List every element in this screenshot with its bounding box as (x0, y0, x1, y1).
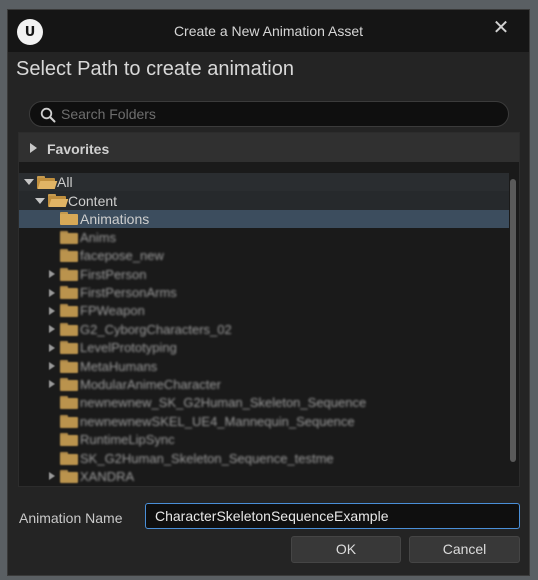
cancel-button[interactable]: Cancel (409, 536, 520, 563)
folder-icon (60, 341, 78, 355)
chevron-right-icon[interactable] (47, 288, 57, 298)
tree-row-label: MetaHumans (80, 358, 158, 374)
chevron-down-icon[interactable] (24, 177, 34, 187)
chevron-right-icon[interactable] (30, 143, 37, 153)
folder-icon (60, 433, 78, 447)
scrollbar-thumb[interactable] (510, 179, 516, 462)
folder-icon (60, 414, 78, 428)
expander-placeholder (47, 214, 57, 224)
chevron-right-icon[interactable] (47, 306, 57, 316)
tree-row[interactable]: RuntimeLipSync (19, 430, 509, 448)
folder-list: Anims facepose_new FirstPerson FirstPersonA… (19, 228, 509, 485)
chevron-right-icon[interactable] (47, 379, 57, 389)
create-animation-asset-dialog: U Create a New Animation Asset ✕ Select … (7, 9, 530, 576)
tree-row[interactable]: LevelPrototyping (19, 339, 509, 357)
tree-row[interactable]: G2_CyborgCharacters_02 (19, 320, 509, 338)
favorites-header[interactable]: Favorites (19, 133, 519, 163)
folder-open-icon (37, 175, 58, 189)
tree-row-label: Anims (80, 229, 117, 245)
folder-icon (60, 377, 78, 391)
folder-icon (60, 396, 78, 410)
chevron-right-icon[interactable] (47, 471, 57, 481)
tree-row[interactable]: SK_G2Human_Skeleton_Sequence_testme (19, 449, 509, 467)
tree-row-label: FPWeapon (80, 303, 145, 319)
tree-scrollbar[interactable] (509, 173, 517, 485)
chevron-right-icon[interactable] (47, 269, 57, 279)
tree-row-label: SK_G2Human_Skeleton_Sequence_testme (80, 450, 334, 466)
expander-placeholder (47, 416, 57, 426)
tree-row[interactable]: FPWeapon (19, 302, 509, 320)
folder-icon (60, 212, 78, 226)
tree-row[interactable]: MetaHumans (19, 357, 509, 375)
folder-icon (60, 359, 78, 373)
tree-row-label: newnewnewSKEL_UE4_Mannequin_Sequence (80, 413, 355, 429)
search-icon (40, 107, 56, 123)
folder-icon (60, 286, 78, 300)
tree-row[interactable]: XANDRA (19, 467, 509, 485)
tree-row-label: XANDRA (80, 468, 135, 484)
folder-icon (60, 249, 78, 263)
expander-placeholder (47, 398, 57, 408)
chevron-right-icon[interactable] (47, 361, 57, 371)
tree-row-label: newnewnew_SK_G2Human_Skeleton_Sequence (80, 395, 367, 411)
ok-button[interactable]: OK (291, 536, 401, 563)
folder-icon (60, 267, 78, 281)
tree-row-all[interactable]: All (19, 173, 509, 192)
expander-placeholder (47, 232, 57, 242)
tree-row[interactable]: Anims (19, 228, 509, 246)
expander-placeholder (47, 435, 57, 445)
folder-icon (60, 230, 78, 244)
tree-row-label: FirstPersonArms (80, 285, 177, 301)
tree-row[interactable]: ModularAnimeCharacter (19, 375, 509, 393)
expander-placeholder (47, 251, 57, 261)
folder-icon (60, 469, 78, 483)
tree-row[interactable]: FirstPerson (19, 265, 509, 283)
tree-row-label: G2_CyborgCharacters_02 (80, 321, 232, 337)
chevron-right-icon[interactable] (47, 343, 57, 353)
dialog-body: Select Path to create animation Favorite… (8, 52, 529, 575)
tree-row-content[interactable]: Content (19, 191, 509, 210)
animation-name-label: Animation Name (19, 510, 123, 526)
title-bar[interactable]: U Create a New Animation Asset ✕ (8, 10, 529, 52)
search-box[interactable] (29, 101, 509, 127)
search-folders-input[interactable] (61, 105, 501, 123)
tree-row-label: LevelPrototyping (80, 340, 177, 356)
animation-name-input[interactable] (145, 503, 520, 529)
chevron-right-icon[interactable] (47, 324, 57, 334)
folder-tree-panel: Favorites All Content Animations Anims f… (18, 132, 520, 487)
chevron-down-icon[interactable] (35, 196, 45, 206)
tree-row-label: Content (68, 192, 118, 209)
folder-icon (60, 304, 78, 318)
tree-row-label: ModularAnimeCharacter (80, 376, 221, 392)
dialog-title: Create a New Animation Asset (173, 23, 364, 39)
tree-row[interactable]: FirstPersonArms (19, 283, 509, 301)
tree-row[interactable]: facepose_new (19, 247, 509, 265)
tree-row-label: facepose_new (80, 248, 164, 264)
folder-icon (60, 451, 78, 465)
folder-icon (60, 322, 78, 336)
tree-row-label: RuntimeLipSync (80, 432, 175, 448)
tree-row[interactable]: newnewnew_SK_G2Human_Skeleton_Sequence (19, 394, 509, 412)
expander-placeholder (47, 453, 57, 463)
tree-row-animations-selected[interactable]: Animations (19, 209, 509, 229)
close-button[interactable]: ✕ (491, 18, 511, 38)
path-heading: Select Path to create animation (16, 58, 294, 80)
folder-open-icon (48, 194, 69, 208)
tree-row-label: Animations (80, 210, 150, 227)
favorites-label: Favorites (47, 141, 110, 157)
folder-tree: All Content Animations Anims facepose_new… (19, 173, 509, 485)
tree-row[interactable]: newnewnewSKEL_UE4_Mannequin_Sequence (19, 412, 509, 430)
tree-row-label: All (57, 174, 73, 191)
tree-row-label: FirstPerson (80, 266, 147, 282)
